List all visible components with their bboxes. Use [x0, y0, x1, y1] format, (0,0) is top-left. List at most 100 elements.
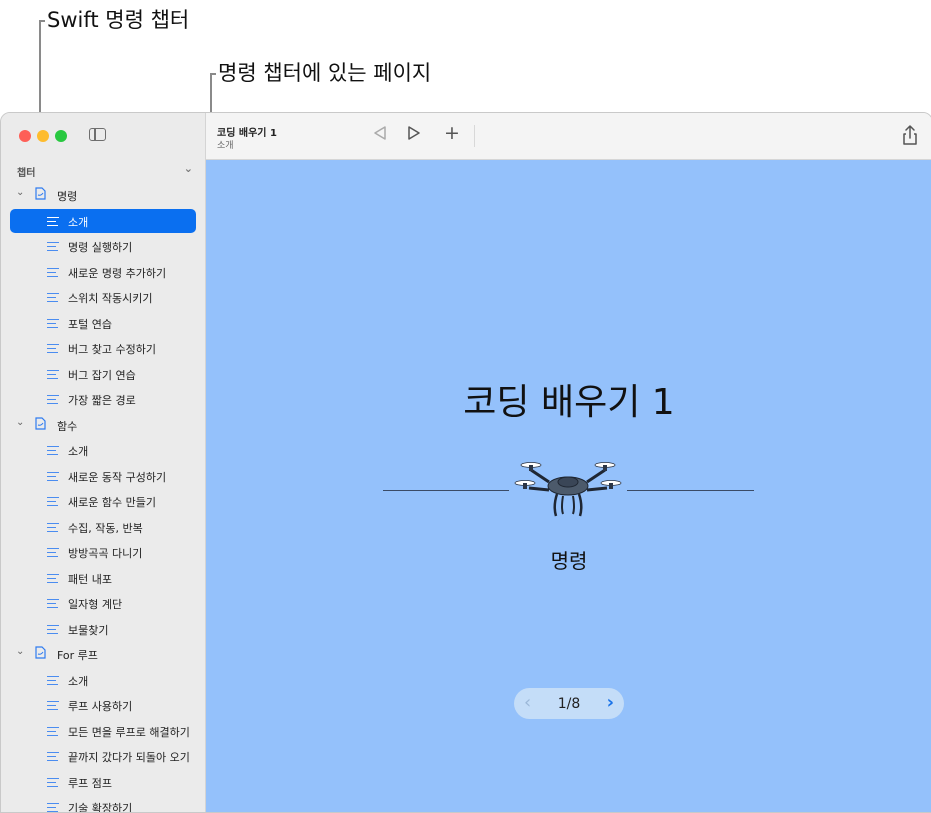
page-row[interactable]: 끝까지 갔다가 되돌아 오기 [1, 744, 205, 768]
chapters-header-label: 챕터 [17, 168, 36, 179]
page-label: 기술 확장하기 [68, 802, 133, 813]
add-button[interactable]: + [444, 122, 460, 144]
page-navigator: ‹ 1/8 › [514, 688, 624, 719]
toolbar: 코딩 배우기 1 소개 + [206, 113, 931, 160]
callout-swift-chapter: Swift 명령 챕터 [47, 8, 190, 32]
chapter-row[interactable]: ⌄ 함수 [1, 413, 205, 437]
selection-highlight [10, 208, 196, 233]
page-row[interactable]: 새로운 명령 추가하기 [1, 260, 205, 284]
app-window: 챕터 ⌄ ⌄ 명령 소개 명령 실행하기 새로운 명령 추가하기 스위치 작동시키기 포털 … [0, 112, 931, 813]
page-row[interactable]: 루프 점프 [1, 770, 205, 794]
drone-icon [514, 462, 622, 517]
page-label: 명령 실행하기 [68, 241, 133, 254]
page-row[interactable]: 새로운 동작 구성하기 [1, 464, 205, 488]
document-subtitle: 소개 [217, 141, 234, 151]
page-icon [47, 216, 59, 226]
page-row[interactable]: 버그 잡기 연습 [1, 362, 205, 386]
page-row[interactable]: 소개 [1, 668, 205, 692]
page-label: 방방곡곡 다니기 [68, 547, 143, 560]
page-row[interactable]: 수집, 작동, 반복 [1, 515, 205, 539]
page-label: 모든 면을 루프로 해결하기 [68, 725, 190, 739]
page-row[interactable]: 방방곡곡 다니기 [1, 540, 205, 564]
callout-chapter-pages: 명령 챕터에 있는 페이지 [218, 61, 432, 85]
close-window-button[interactable] [19, 130, 31, 142]
page-row[interactable]: 패턴 내포 [1, 566, 205, 590]
chevron-down-icon[interactable]: ⌄ [16, 417, 24, 428]
chevron-down-icon[interactable]: ⌄ [184, 162, 193, 175]
page-label: 새로운 함수 만들기 [68, 496, 156, 509]
page-icon [47, 624, 59, 634]
swift-document-icon [35, 416, 46, 430]
page-icon [47, 599, 59, 608]
next-page-button[interactable] [407, 125, 421, 145]
page-label: 포털 연습 [68, 317, 112, 331]
divider-right [627, 490, 754, 491]
page-icon [47, 752, 59, 761]
page-icon [47, 344, 59, 353]
page-label: 새로운 동작 구성하기 [68, 470, 167, 484]
chapter-label: 함수 [57, 419, 78, 433]
page-row[interactable]: 명령 실행하기 [1, 234, 205, 258]
chevron-right-icon[interactable]: › [607, 692, 614, 713]
callout-tick-chapter [39, 20, 45, 22]
page-icon [47, 777, 59, 787]
chapter-row[interactable]: ⌄ For 루프 [1, 642, 205, 666]
sidebar-toggle-icon[interactable] [89, 128, 106, 141]
page-content: 코딩 배우기 1 명령 ‹ 1/8 › [206, 160, 931, 812]
chevron-down-icon[interactable]: ⌄ [16, 646, 24, 657]
page-icon [47, 701, 59, 710]
page-icon [47, 267, 59, 277]
share-button[interactable] [900, 124, 920, 146]
zoom-window-button[interactable] [55, 130, 67, 142]
page-row[interactable]: 가장 짧은 경로 [1, 387, 205, 411]
page-icon [47, 726, 59, 736]
page-icon [47, 471, 59, 481]
page-label: 일자형 계단 [68, 598, 123, 611]
page-icon [47, 242, 59, 251]
document-title: 코딩 배우기 1 [217, 128, 277, 139]
page-row-selected[interactable]: 소개 [1, 208, 205, 233]
swift-document-icon [35, 646, 46, 659]
chevron-down-icon[interactable]: ⌄ [16, 187, 24, 198]
page-label: 끝까지 갔다가 되돌아 오기 [68, 751, 190, 764]
previous-page-button[interactable] [373, 125, 387, 145]
chapter-row[interactable]: ⌄ 명령 [1, 183, 205, 207]
chapter-name: 명령 [550, 549, 588, 573]
page-row[interactable]: 소개 [1, 438, 205, 462]
page-row[interactable]: 루프 사용하기 [1, 693, 205, 717]
share-icon [903, 125, 917, 145]
triangle-right-icon [408, 126, 420, 140]
page-label: 가장 짧은 경로 [68, 394, 136, 407]
page-icon [47, 548, 59, 557]
page-label: 버그 찾고 수정하기 [68, 343, 156, 356]
page-label: 보물찾기 [68, 623, 109, 637]
page-icon [47, 675, 59, 685]
page-row[interactable]: 포털 연습 [1, 311, 205, 335]
page-label: 루프 사용하기 [68, 700, 133, 713]
chapter-label: 명령 [57, 190, 78, 203]
page-label: 루프 점프 [68, 776, 112, 790]
page-label: 스위치 작동시키기 [68, 292, 153, 305]
page-row[interactable]: 스위치 작동시키기 [1, 285, 205, 309]
toolbar-divider [474, 125, 475, 147]
page-label: 버그 잡기 연습 [68, 368, 136, 382]
chapters-header[interactable]: 챕터 ⌄ [17, 162, 193, 180]
page-label: 수집, 작동, 반복 [68, 521, 143, 535]
swift-document-icon [35, 187, 46, 200]
page-row[interactable]: 모든 면을 루프로 해결하기 [1, 719, 205, 743]
divider-left [383, 490, 509, 491]
page-row[interactable]: 보물찾기 [1, 617, 205, 641]
page-row[interactable]: 버그 찾고 수정하기 [1, 336, 205, 360]
cover-title: 코딩 배우기 1 [463, 382, 675, 423]
page-label: 소개 [68, 445, 89, 458]
page-icon [47, 522, 59, 532]
sidebar: 챕터 ⌄ ⌄ 명령 소개 명령 실행하기 새로운 명령 추가하기 스위치 작동시키기 포털 … [1, 113, 206, 812]
minimize-window-button[interactable] [37, 130, 49, 142]
callout-tick-pages [210, 73, 216, 75]
page-label: 소개 [68, 215, 89, 229]
page-row[interactable]: 새로운 함수 만들기 [1, 489, 205, 513]
page-icon [47, 395, 59, 404]
page-row[interactable]: 일자형 계단 [1, 591, 205, 615]
page-row[interactable]: 기술 확장하기 [1, 795, 205, 813]
page-icon [47, 293, 59, 302]
